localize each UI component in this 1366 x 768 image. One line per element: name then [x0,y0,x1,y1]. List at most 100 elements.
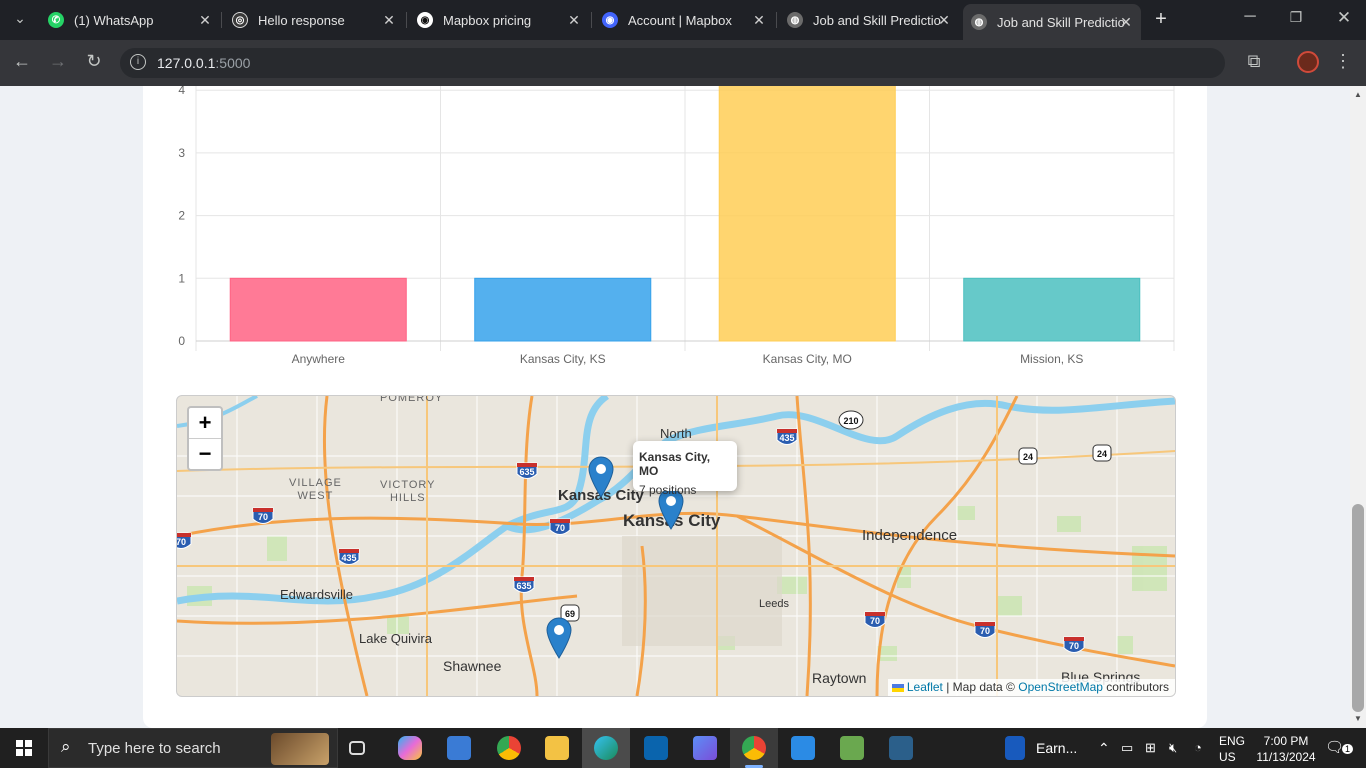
close-tab-icon[interactable]: ✕ [382,12,396,29]
battery-icon[interactable]: ▭ [1121,740,1133,756]
y-tick-label: 2 [178,209,185,223]
interstate-70-shield-icon: 70 [549,518,571,535]
store-icon[interactable] [447,736,471,760]
language-indicator[interactable]: ENG US [1219,733,1245,765]
forward-icon[interactable]: → [46,51,70,72]
interstate-435-shield-icon: 435 [338,548,360,565]
svg-text:210: 210 [843,416,858,426]
close-window-icon[interactable]: ✕ [1332,8,1356,28]
tab-title: (1) WhatsApp [74,12,154,28]
route-210-shield-icon: 210 [838,410,864,430]
zoom-in-button[interactable]: + [189,408,221,439]
address-bar[interactable]: i 127.0.0.1:5000 [120,48,1225,78]
close-tab-icon[interactable]: ✕ [937,12,951,29]
interstate-70-shield-icon: 70 [177,532,192,549]
wifi-icon[interactable]: ◔ [1194,740,1202,755]
reload-icon[interactable]: ↻ [82,51,106,72]
copilot-app-icon[interactable] [693,736,717,760]
svg-text:70: 70 [980,626,990,636]
clock[interactable]: 7:00 PM 11/13/2024 [1255,733,1317,765]
svg-text:435: 435 [779,433,794,443]
bar-mission-ks[interactable] [963,277,1141,342]
tab-hello-response[interactable]: ◎ Hello response ✕ [224,6,404,34]
svg-text:70: 70 [870,616,880,626]
tab-title: Hello response [258,12,345,28]
page-scrollbar[interactable]: ▲ ▼ [1350,86,1366,728]
leaflet-link[interactable]: Leaflet [907,680,943,694]
close-tab-icon[interactable]: ✕ [752,12,766,29]
network-icon[interactable]: ⊞ [1145,740,1156,756]
bar-kansas-city-mo[interactable] [718,86,896,342]
search-highlight-icon [271,733,329,765]
y-tick-label: 0 [178,334,185,348]
notes-app-icon[interactable] [840,736,864,760]
close-tab-icon[interactable]: ✕ [567,12,581,29]
scroll-up-icon[interactable]: ▲ [1354,90,1362,99]
profile-avatar[interactable] [1297,51,1319,73]
map-marker-mission-ks[interactable] [546,617,572,659]
bar-anywhere[interactable] [229,277,407,342]
volume-muted-icon[interactable]: 🔇︎ [1169,740,1177,756]
mapbox-icon: ◉ [417,12,433,28]
copilot-icon[interactable] [398,736,422,760]
x-tick-label: Anywhere [292,352,346,366]
tab-title: Mapbox pricing [443,12,532,28]
svg-text:70: 70 [177,537,186,547]
y-tick-label: 4 [178,86,185,97]
chevron-up-icon[interactable]: ⌃ [1098,740,1110,757]
tab-whatsapp[interactable]: ✆ (1) WhatsApp ✕ [40,6,220,34]
mapbox-account-icon: ◉ [602,12,618,28]
outlook-icon[interactable] [644,736,668,760]
map-marker-kansas-city-ks[interactable] [588,456,614,498]
tab-job-skill-active[interactable]: ◍ Job and Skill Predictio ✕ [963,4,1141,40]
close-tab-icon[interactable]: ✕ [198,12,212,29]
search-placeholder: Type here to search [88,740,221,757]
svg-text:70: 70 [555,523,565,533]
svg-text:635: 635 [519,467,534,477]
tab-mapbox-pricing[interactable]: ◉ Mapbox pricing ✕ [409,6,589,34]
new-tab-icon[interactable]: + [1149,8,1173,31]
windows-start-icon[interactable] [16,740,32,756]
whatsapp-icon: ✆ [48,12,64,28]
svg-text:70: 70 [258,512,268,522]
extensions-icon[interactable]: ⧉ [1242,51,1266,72]
close-tab-icon[interactable]: ✕ [1119,14,1133,31]
tab-title: Job and Skill Predictio [813,12,941,28]
scroll-down-icon[interactable]: ▼ [1354,714,1362,723]
tab-mapbox-account[interactable]: ◉ Account | Mapbox ✕ [594,6,774,34]
task-view-icon[interactable] [349,741,365,755]
site-info-icon[interactable]: i [130,54,146,70]
zoom-out-button[interactable]: − [189,439,221,469]
map-label-edwardsville: Edwardsville [280,587,353,602]
chrome-profile-icon[interactable] [742,736,766,760]
popup-title: Kansas City, MO [639,450,711,478]
edge-icon[interactable] [594,736,618,760]
svg-text:24: 24 [1097,449,1107,459]
vscode-icon[interactable] [791,736,815,760]
word-document-icon[interactable] [1005,736,1025,760]
tab-job-skill-1[interactable]: ◍ Job and Skill Predictio ✕ [779,6,959,34]
file-explorer-icon[interactable] [545,736,569,760]
minimize-icon[interactable]: ─ [1238,8,1262,26]
map-label-raytown: Raytown [812,670,867,686]
back-icon[interactable]: ← [10,51,34,72]
leaflet-map[interactable]: 635435707070435635697070702424210 POMERO… [176,395,1176,697]
chrome-icon[interactable] [497,736,521,760]
osm-link[interactable]: OpenStreetMap [1018,680,1103,694]
x-tick-label: Kansas City, KS [520,352,606,366]
restore-icon[interactable]: ❐ [1284,9,1308,26]
tab-search-icon[interactable]: ⌄ [8,10,32,27]
map-label-victory-hills: VICTORY HILLS [380,479,436,504]
route-24-shield-icon: 24 [1018,447,1038,465]
pinned-doc-label[interactable]: Earn... [1036,740,1077,756]
menu-kebab-icon[interactable]: ⋮ [1331,51,1355,72]
taskbar-search[interactable]: ⌕ Type here to search [48,728,338,768]
mysql-workbench-icon[interactable] [889,736,913,760]
scrollbar-thumb[interactable] [1352,504,1364,712]
bar-kansas-city-ks[interactable] [474,277,652,342]
map-label-independence: Independence [862,527,958,544]
map-label-village-west: VILLAGE WEST [289,477,342,502]
interstate-70-shield-icon: 70 [974,621,996,638]
bar-chart: 0 1 2 3 4 Anywhere Kansas City, KS Kansas City… [178,86,1175,366]
svg-text:24: 24 [1023,452,1033,462]
